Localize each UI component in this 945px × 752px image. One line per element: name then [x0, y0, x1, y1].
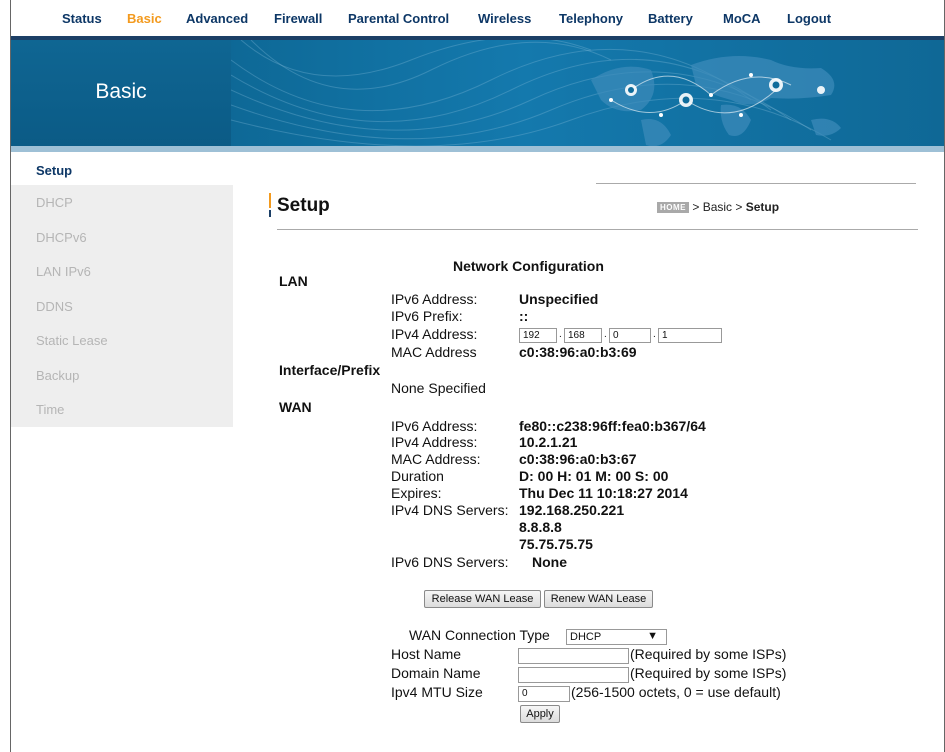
- wan-dns4-value-1: 192.168.250.221: [519, 502, 625, 518]
- domain-name-label: Domain Name: [391, 665, 481, 681]
- chevron-down-icon: ▼: [647, 630, 658, 642]
- wan-dns4-value-3: 75.75.75.75: [519, 536, 593, 552]
- sidebar: Setup DHCP DHCPv6 LAN IPv6 DDNS Static L…: [11, 152, 233, 427]
- wan-dns4-label: IPv4 DNS Servers:: [391, 502, 509, 518]
- host-name-input[interactable]: [518, 648, 629, 664]
- lan-ipv4-label: IPv4 Address:: [391, 326, 478, 342]
- lan-ipv4-octet-4[interactable]: 1: [658, 328, 722, 343]
- domain-name-input[interactable]: [518, 667, 629, 683]
- mtu-size-hint: (256-1500 octets, 0 = use default): [571, 684, 781, 700]
- lan-ipv6-label: IPv6 Address:: [391, 291, 478, 307]
- renew-wan-lease-button[interactable]: Renew WAN Lease: [544, 590, 653, 608]
- ip-dot: .: [559, 329, 562, 340]
- sidebar-item-lan-ipv6[interactable]: LAN IPv6: [11, 254, 233, 289]
- wan-dns6-value: None: [532, 554, 567, 570]
- wan-expires-label: Expires:: [391, 485, 442, 501]
- wan-ipv4-label: IPv4 Address:: [391, 434, 478, 450]
- sidebar-item-static-lease[interactable]: Static Lease: [11, 323, 233, 358]
- lan-prefix-value: ::: [519, 308, 529, 324]
- host-name-hint: (Required by some ISPs): [630, 646, 787, 662]
- breadcrumb-home-icon[interactable]: HOME: [657, 202, 689, 213]
- breadcrumb-basic[interactable]: Basic: [703, 200, 732, 214]
- ip-dot: .: [604, 329, 607, 340]
- wan-dns4-value-2: 8.8.8.8: [519, 519, 562, 535]
- lan-ipv4-octet-1[interactable]: 192: [519, 328, 557, 343]
- wan-ipv6-label: IPv6 Address:: [391, 418, 478, 434]
- lan-mac-label: MAC Address: [391, 344, 477, 360]
- sidebar-item-time[interactable]: Time: [11, 392, 233, 427]
- wan-ipv6-value: fe80::c238:96ff:fea0:b367/64: [519, 418, 706, 434]
- breadcrumb-separator: >: [732, 200, 746, 214]
- top-nav: Status Basic Advanced Firewall Parental …: [11, 0, 944, 36]
- lan-ipv4-octet-3[interactable]: 0: [609, 328, 651, 343]
- nav-advanced[interactable]: Advanced: [186, 11, 248, 26]
- mtu-size-label: Ipv4 MTU Size: [391, 684, 483, 700]
- breadcrumb-current: Setup: [745, 200, 780, 214]
- sidebar-item-dhcp[interactable]: DHCP: [11, 185, 233, 220]
- wan-ipv4-value: 10.2.1.21: [519, 434, 578, 450]
- mtu-size-input[interactable]: 0: [518, 686, 570, 702]
- title-accent: [269, 193, 273, 217]
- interface-prefix-heading: Interface/Prefix: [279, 362, 381, 378]
- nav-telephony[interactable]: Telephony: [559, 11, 623, 26]
- interface-prefix-value: None Specified: [391, 380, 486, 396]
- main-rule: [277, 229, 918, 230]
- wan-duration-label: Duration: [391, 468, 444, 484]
- nav-battery[interactable]: Battery: [648, 11, 693, 26]
- wan-expires-value: Thu Dec 11 10:18:27 2014: [519, 485, 688, 501]
- domain-name-hint: (Required by some ISPs): [630, 665, 787, 681]
- breadcrumb: HOME > Basic > Setup: [657, 200, 779, 214]
- release-wan-lease-button[interactable]: Release WAN Lease: [424, 590, 541, 608]
- nav-logout[interactable]: Logout: [787, 11, 831, 26]
- ip-dot: .: [653, 329, 656, 340]
- sidebar-item-backup[interactable]: Backup: [11, 358, 233, 393]
- nav-parental-control[interactable]: Parental Control: [348, 11, 449, 26]
- sidebar-item-dhcpv6[interactable]: DHCPv6: [11, 220, 233, 255]
- page-title: Setup: [277, 195, 330, 216]
- lan-prefix-label: IPv6 Prefix:: [391, 308, 463, 324]
- wan-dns6-label: IPv6 DNS Servers:: [391, 554, 509, 570]
- nav-wireless[interactable]: Wireless: [478, 11, 531, 26]
- wan-duration-value: D: 00 H: 01 M: 00 S: 00: [519, 468, 669, 484]
- wan-mac-label: MAC Address:: [391, 451, 481, 467]
- host-name-label: Host Name: [391, 646, 462, 662]
- apply-button[interactable]: Apply: [520, 705, 560, 723]
- nav-basic[interactable]: Basic: [127, 11, 162, 26]
- nav-status[interactable]: Status: [62, 11, 102, 26]
- wan-heading: WAN: [279, 399, 312, 415]
- lan-heading: LAN: [279, 273, 308, 289]
- wan-connection-type-value: DHCP: [570, 631, 602, 643]
- world-map-graphic: [231, 40, 841, 147]
- sidebar-item-setup[interactable]: Setup: [11, 152, 233, 185]
- nav-firewall[interactable]: Firewall: [274, 11, 322, 26]
- wan-mac-value: c0:38:96:a0:b3:67: [519, 451, 637, 467]
- header-rule: [596, 183, 916, 184]
- router-admin-page: Status Basic Advanced Firewall Parental …: [10, 0, 945, 752]
- wan-connection-type-select[interactable]: DHCP ▼: [566, 629, 667, 645]
- banner-title: Basic: [95, 80, 147, 103]
- lan-ipv4-octet-2[interactable]: 168: [564, 328, 602, 343]
- wan-connection-type-label: WAN Connection Type: [409, 627, 550, 643]
- breadcrumb-separator: >: [689, 200, 703, 214]
- lan-ipv6-value: Unspecified: [519, 291, 599, 307]
- sidebar-item-ddns[interactable]: DDNS: [11, 289, 233, 324]
- nav-moca[interactable]: MoCA: [723, 11, 761, 26]
- banner: Basic: [11, 40, 944, 152]
- lan-mac-value: c0:38:96:a0:b3:69: [519, 344, 637, 360]
- network-config-heading: Network Configuration: [453, 258, 604, 274]
